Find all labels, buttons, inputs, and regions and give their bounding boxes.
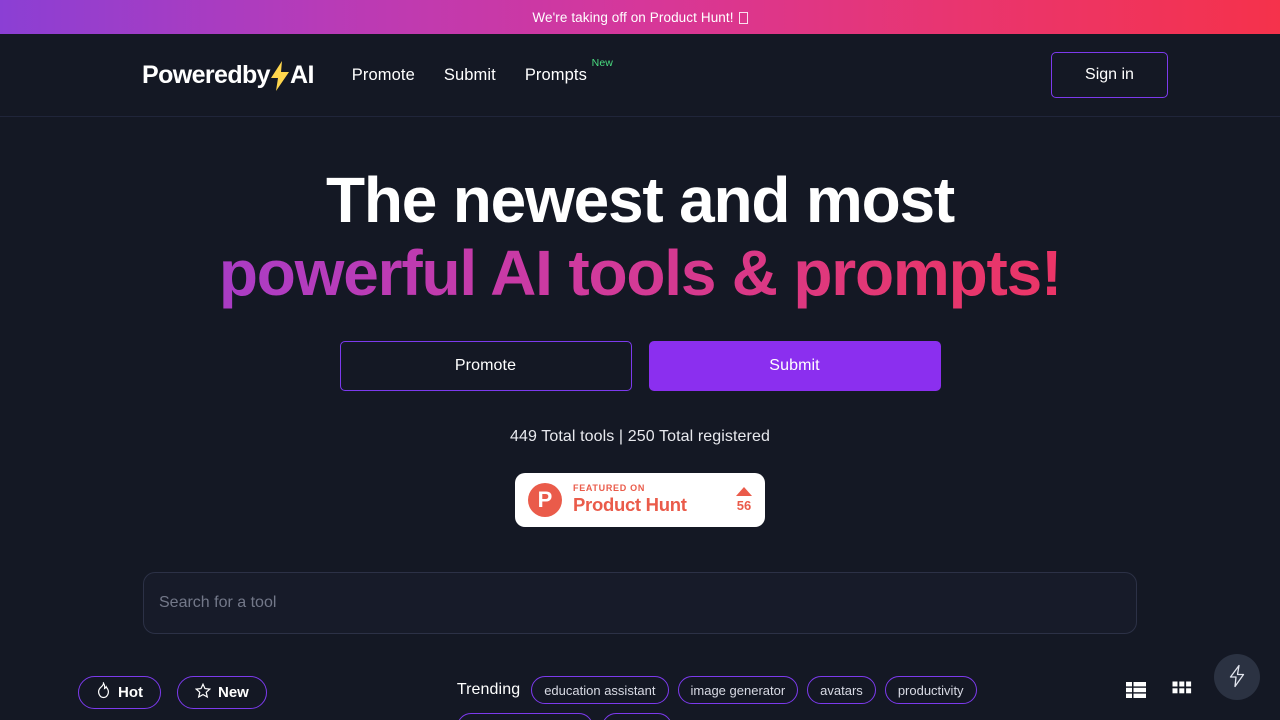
nav-item-prompts-label: Prompts [524, 65, 587, 84]
announcement-banner[interactable]: We're taking off on Product Hunt! [0, 0, 1280, 34]
logo[interactable]: Poweredby AI [142, 60, 314, 91]
promote-button[interactable]: Promote [339, 340, 632, 391]
star-icon [194, 682, 212, 703]
product-hunt-badge-wrap: P FEATURED ON Product Hunt 56 [0, 472, 1280, 527]
search-input[interactable] [143, 571, 1137, 634]
product-hunt-name: Product Hunt [573, 494, 687, 516]
trending-tag[interactable]: avatars [807, 676, 876, 704]
nav-item-prompts[interactable]: Prompts New [524, 57, 613, 85]
stats-text: 449 Total tools | 250 Total registered [510, 427, 770, 445]
submit-button[interactable]: Submit [648, 340, 941, 391]
lightning-bolt-icon [269, 61, 291, 91]
rocket-emoji-icon [738, 12, 748, 24]
product-hunt-logo-icon: P [528, 482, 562, 517]
announcement-text-wrap: We're taking off on Product Hunt! [532, 9, 748, 25]
hero-cta-row: Promote Submit [0, 340, 1280, 391]
trending-tag[interactable]: image generator [677, 676, 799, 704]
trending-label: Trending [456, 681, 521, 698]
nav-new-badge: New [591, 56, 613, 69]
filter-pill-new[interactable]: New [177, 676, 267, 709]
lightning-bolt-outline-icon [1228, 664, 1246, 691]
product-hunt-badge[interactable]: P FEATURED ON Product Hunt 56 [515, 472, 765, 527]
sort-pill-group: Hot New [78, 676, 267, 709]
nav-item-promote-label: Promote [351, 65, 415, 84]
hero-headline-line1: The newest and most [326, 164, 955, 236]
site-header: Poweredby AI Promote Submit Prompts New … [0, 34, 1280, 117]
main-nav: Promote Submit Prompts New [352, 57, 613, 85]
floating-action-button[interactable] [1214, 654, 1260, 700]
product-hunt-upvote-count: 56 [736, 497, 752, 513]
flame-icon [96, 681, 111, 703]
product-hunt-text: FEATURED ON Product Hunt [573, 483, 687, 516]
page-title: The newest and most powerful AI tools & … [0, 164, 1280, 310]
trending-tag[interactable] [601, 713, 672, 720]
filter-pill-hot-label: Hot [118, 684, 143, 701]
product-hunt-upvote[interactable]: 56 [736, 486, 752, 513]
announcement-text: We're taking off on Product Hunt! [532, 9, 734, 25]
hero-section: The newest and most powerful AI tools & … [0, 117, 1280, 634]
upvote-triangle-icon [736, 486, 752, 496]
filter-pill-new-label: New [218, 684, 249, 701]
filter-pill-hot[interactable]: Hot [78, 676, 161, 709]
nav-item-promote[interactable]: Promote [352, 66, 415, 85]
logo-text-primary: Poweredby [142, 60, 271, 89]
logo-text-secondary: AI [289, 60, 314, 89]
grid-view-icon[interactable] [1172, 680, 1192, 703]
list-view-icon[interactable] [1125, 680, 1147, 703]
sign-in-button[interactable]: Sign in [1051, 52, 1168, 98]
nav-item-submit[interactable]: Submit [444, 66, 496, 85]
trending-tag[interactable]: education assistant [531, 676, 669, 704]
trending-tags: Trending education assistant image gener… [456, 676, 987, 720]
nav-item-submit-label: Submit [443, 65, 496, 84]
filter-row: Hot New Trending education assistant ima… [0, 676, 1280, 720]
trending-tag[interactable] [456, 713, 593, 720]
view-mode-toggle [1125, 676, 1192, 703]
search-wrap [0, 571, 1280, 634]
hero-headline-line2: powerful AI tools & prompts! [0, 237, 1280, 310]
product-hunt-featured-label: FEATURED ON [573, 483, 646, 494]
trending-tag[interactable]: productivity [884, 676, 977, 704]
